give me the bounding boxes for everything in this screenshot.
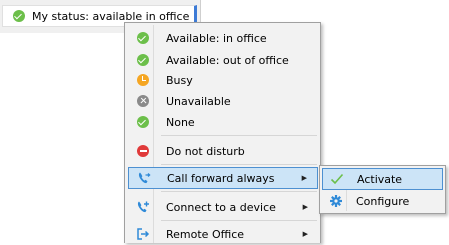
menu-item-label: Connect to a device bbox=[166, 200, 276, 214]
menu-item-call-forward-always[interactable]: Call forward always ▶ bbox=[128, 167, 318, 189]
menu-separator bbox=[161, 191, 317, 192]
check-circle-icon bbox=[137, 116, 149, 128]
phone-plus-icon bbox=[136, 200, 150, 214]
menu-item-available-in-office[interactable]: Available: in office bbox=[128, 27, 318, 49]
menu-item-label: Busy bbox=[166, 73, 193, 87]
check-circle-icon bbox=[13, 10, 25, 22]
menu-item-connect-to-a-device[interactable]: Connect to a device ▶ bbox=[128, 196, 318, 218]
clock-icon bbox=[137, 74, 149, 86]
menu-item-label: Available: in office bbox=[166, 31, 267, 45]
exit-icon bbox=[136, 227, 150, 241]
x-circle-icon bbox=[137, 95, 149, 107]
menu-item-label: Available: out of office bbox=[166, 53, 289, 67]
menu-item-do-not-disturb[interactable]: Do not disturb bbox=[128, 140, 318, 162]
menu-item-label: Call forward always bbox=[167, 171, 275, 185]
submenu-item-configure[interactable]: Configure bbox=[322, 190, 443, 212]
menu-item-none[interactable]: None bbox=[128, 111, 318, 133]
phone-forward-icon bbox=[137, 171, 151, 185]
submenu-arrow-icon: ▶ bbox=[301, 174, 307, 182]
submenu-arrow-icon: ▶ bbox=[302, 203, 308, 211]
gear-icon bbox=[329, 194, 343, 208]
call-forward-submenu: Activate Configure bbox=[319, 165, 446, 214]
check-circle-icon bbox=[137, 54, 149, 66]
submenu-item-activate[interactable]: Activate bbox=[322, 168, 443, 190]
menu-separator bbox=[161, 164, 317, 165]
menu-item-label: Unavailable bbox=[166, 94, 231, 108]
check-circle-icon bbox=[137, 32, 149, 44]
minus-circle-icon bbox=[137, 145, 149, 157]
menu-separator bbox=[161, 220, 317, 221]
submenu-arrow-icon: ▶ bbox=[302, 230, 308, 238]
menu-item-label: Activate bbox=[357, 172, 403, 186]
checkmark-icon bbox=[330, 172, 344, 186]
menu-item-label: Do not disturb bbox=[166, 144, 245, 158]
my-status-label: My status: available in office bbox=[32, 9, 190, 23]
menu-separator bbox=[161, 135, 317, 136]
menu-item-remote-office[interactable]: Remote Office ▶ bbox=[128, 223, 318, 245]
menu-item-label: Configure bbox=[356, 194, 410, 208]
status-context-menu: Available: in office Available: out of o… bbox=[124, 22, 321, 243]
menu-item-unavailable[interactable]: Unavailable bbox=[128, 90, 318, 112]
menu-item-busy[interactable]: Busy bbox=[128, 69, 318, 91]
menu-item-label: None bbox=[166, 115, 195, 129]
menu-item-available-out-of-office[interactable]: Available: out of office bbox=[128, 49, 318, 71]
menu-item-label: Remote Office bbox=[166, 227, 245, 241]
